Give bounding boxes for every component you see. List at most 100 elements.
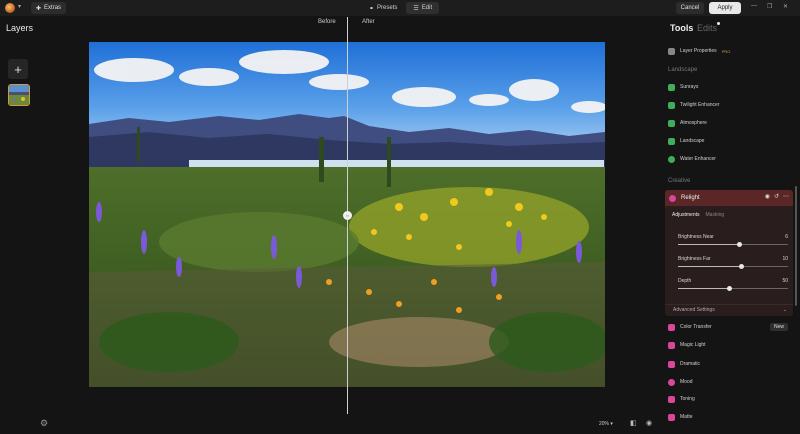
slider-knob[interactable] xyxy=(737,242,743,247)
slider-knob[interactable] xyxy=(727,286,733,291)
tab-edits[interactable]: Edits xyxy=(697,23,717,33)
landscape-section-label: Landscape xyxy=(668,67,698,73)
add-layer-button[interactable]: + xyxy=(8,59,28,79)
drop-icon xyxy=(668,155,675,163)
presets-label: Presets xyxy=(377,5,398,11)
app-logo-icon[interactable] xyxy=(5,3,15,13)
layer-thumbnail-image xyxy=(9,85,29,105)
cancel-button[interactable]: Cancel xyxy=(676,2,704,14)
compare-view-icon[interactable]: ◧ xyxy=(630,419,637,427)
relight-subtabs: Adjustments Masking xyxy=(672,212,724,218)
sun-icon xyxy=(668,83,675,91)
matte-icon xyxy=(668,413,675,421)
tools-panel: Tools Edits Layer Properties PRO Landsca… xyxy=(662,16,800,434)
tool-twilight-enhancer[interactable]: Twilight Enhancer xyxy=(668,99,719,111)
plus-icon: + xyxy=(14,61,22,77)
slider-fill xyxy=(678,288,730,289)
tool-label: Magic Light xyxy=(680,342,706,348)
layer-properties-item[interactable]: Layer Properties PRO xyxy=(668,45,730,57)
tab-tools[interactable]: Tools xyxy=(670,23,693,33)
tool-label: Water Enhancer xyxy=(680,156,716,162)
before-label: Before xyxy=(318,19,336,25)
tool-water-enhancer[interactable]: Water Enhancer xyxy=(668,153,716,165)
tool-color-transfer[interactable]: Color Transfer xyxy=(668,321,712,333)
minimize-icon[interactable]: — xyxy=(751,3,757,9)
slider-brightness-far[interactable]: Brightness Far 10 xyxy=(678,256,788,272)
slider-label: Brightness Near xyxy=(678,234,714,240)
layers-title: Layers xyxy=(6,23,34,33)
extras-label: Extras xyxy=(44,5,62,11)
maximize-icon[interactable]: ❐ xyxy=(767,3,772,10)
eye-icon[interactable]: ◉ xyxy=(646,419,652,427)
tool-atmosphere[interactable]: Atmosphere xyxy=(668,117,707,129)
lines-icon xyxy=(668,119,675,127)
slider-value: 50 xyxy=(782,278,788,284)
tool-magic-light[interactable]: Magic Light xyxy=(668,339,706,351)
presets-tab[interactable]: ⚭ Presets xyxy=(362,2,404,14)
chevron-down-icon[interactable]: ▾ xyxy=(18,3,21,10)
layers-icon xyxy=(668,47,675,55)
divider-handle-icon[interactable]: ⇔ xyxy=(343,211,352,220)
slider-depth[interactable]: Depth 50 xyxy=(678,278,788,294)
more-icon[interactable]: ⋯ xyxy=(783,193,789,200)
layer-properties-label: Layer Properties xyxy=(680,48,717,54)
new-badge: New xyxy=(770,323,789,331)
bolt-icon xyxy=(668,360,675,368)
relight-icon xyxy=(669,194,676,202)
close-icon[interactable]: ✕ xyxy=(783,3,788,10)
slider-fill xyxy=(678,266,742,267)
title-bar: ▾ ✚ Extras ⚭ Presets ☰ Edit Cancel Apply… xyxy=(0,0,800,16)
zoom-readout[interactable]: 20% ▾ xyxy=(599,421,613,427)
relight-title: Relight xyxy=(681,195,700,201)
edit-tab[interactable]: ☰ Edit xyxy=(406,2,440,14)
tool-mood[interactable]: Mood xyxy=(668,376,693,388)
tool-label: Color Transfer xyxy=(680,324,712,330)
tool-label: Mood xyxy=(680,379,693,385)
tool-matte[interactable]: Matte xyxy=(668,411,693,423)
tool-sunrays[interactable]: Sunrays xyxy=(668,81,698,93)
eye-icon[interactable]: ◉ xyxy=(765,193,770,200)
layer-thumbnail[interactable] xyxy=(8,84,30,106)
mountain-icon xyxy=(668,137,675,145)
layers-panel: Layers + xyxy=(0,16,36,434)
chevron-down-icon: ⌄ xyxy=(782,307,787,313)
tool-label: Sunrays xyxy=(680,84,699,90)
advanced-settings-label: Advanced Settings xyxy=(673,307,715,313)
slider-brightness-near[interactable]: Brightness Near 6 xyxy=(678,234,788,250)
tool-label: Dramatic xyxy=(680,361,701,367)
relight-header[interactable]: Relight ◉ ↺ ⋯ xyxy=(665,190,793,206)
slider-value: 6 xyxy=(785,234,788,240)
edits-indicator-dot xyxy=(717,22,720,25)
tab-adjustments[interactable]: Adjustments xyxy=(672,212,700,218)
slider-knob[interactable] xyxy=(739,264,745,269)
tool-toning[interactable]: Toning xyxy=(668,393,695,405)
sparkle-icon xyxy=(668,341,675,349)
relight-actions: ◉ ↺ ⋯ xyxy=(765,193,789,200)
after-label: After xyxy=(362,19,375,25)
sliders-icon: ☰ xyxy=(413,5,419,12)
apply-button[interactable]: Apply xyxy=(709,2,741,14)
tool-label: Matte xyxy=(680,414,693,420)
presets-icon: ⚭ xyxy=(369,5,375,12)
tool-dramatic[interactable]: Dramatic xyxy=(668,358,700,370)
mood-icon xyxy=(668,378,675,386)
tab-masking[interactable]: Masking xyxy=(706,212,725,218)
zoom-value: 20% xyxy=(599,421,610,427)
advanced-settings-toggle[interactable]: Advanced Settings ⌄ xyxy=(665,304,793,316)
slider-fill xyxy=(678,244,740,245)
gear-icon[interactable]: ⚙ xyxy=(40,418,48,429)
tool-label: Twilight Enhancer xyxy=(680,102,720,108)
tool-label: Toning xyxy=(680,396,695,402)
reset-icon[interactable]: ↺ xyxy=(774,193,779,200)
tool-landscape[interactable]: Landscape xyxy=(668,135,704,147)
extras-button[interactable]: ✚ Extras xyxy=(31,2,67,14)
pro-badge: PRO xyxy=(721,48,731,54)
transfer-icon xyxy=(668,323,675,331)
slider-label: Brightness Far xyxy=(678,256,711,262)
panel-scrollbar[interactable] xyxy=(795,186,797,306)
tool-label: Atmosphere xyxy=(680,120,707,126)
mode-switcher: ⚭ Presets ☰ Edit xyxy=(362,2,440,14)
relight-panel: Relight ◉ ↺ ⋯ Adjustments Masking Bright… xyxy=(665,190,793,316)
edit-label: Edit xyxy=(421,5,433,11)
tool-label: Landscape xyxy=(680,138,705,144)
